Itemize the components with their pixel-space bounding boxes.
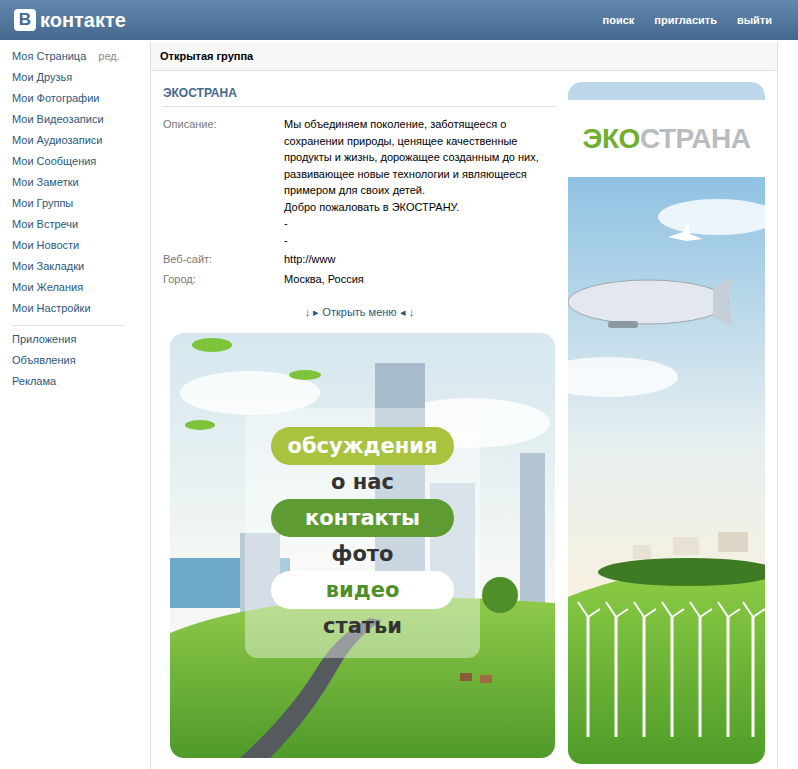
sidebar-item[interactable]: Мои Встречи (12, 214, 150, 235)
info-line: Добро пожаловать в ЭКОСТРАНУ. (284, 199, 554, 216)
logo-eco: ЭКО (583, 123, 640, 155)
sidebar: Моя Страницаред.Мои ДрузьяМои Фотографии… (0, 40, 150, 769)
avatar-logo: ЭКОСТРАНА (568, 100, 765, 177)
wiki-menu-button[interactable]: обсуждения (271, 427, 454, 465)
airship-landscape-icon (568, 177, 765, 764)
wiki-menu-item[interactable]: видео (271, 572, 454, 608)
sidebar-item[interactable]: Мои Закладки (12, 256, 150, 277)
info-label: Город: (163, 271, 284, 288)
info-table: Описание:Мы объединяем поколение, заботя… (162, 107, 557, 290)
wiki-menu-item[interactable]: статьи (271, 608, 454, 644)
content-row: Моя Страницаред.Мои ДрузьяМои Фотографии… (0, 40, 798, 769)
sidebar-item[interactable]: Моя Страницаред. (12, 46, 150, 67)
sidebar-item[interactable]: Мои Группы (12, 193, 150, 214)
logo-mark: В (14, 9, 36, 31)
info-line: Мы объединяем поколение, заботящееся о с… (284, 116, 554, 199)
info-row: Город:Москва, Россия (163, 271, 557, 291)
logo-text: контакте (40, 9, 126, 32)
wiki-menu-item[interactable]: о нас (271, 464, 454, 500)
sidebar-item[interactable]: Мои Заметки (12, 172, 150, 193)
group-info: ЭКОСТРАНА Описание:Мы объединяем поколени… (162, 81, 557, 764)
top-bar: Вконтакте поиск пригласить выйти (0, 0, 798, 40)
panel-header: Открытая группа (151, 42, 777, 71)
wiki-menu-button[interactable]: видео (271, 571, 454, 609)
nav-link[interactable]: выйти (737, 14, 772, 26)
sidebar-item[interactable]: Приложения (12, 329, 150, 350)
sidebar-item[interactable]: Мои Желания (12, 277, 150, 298)
info-line: Москва, Россия (284, 271, 554, 288)
menu-toggle[interactable]: ↓ ▸ Открыть меню ◂ ↓ (162, 290, 557, 333)
info-label: Веб-сайт: (163, 251, 284, 268)
wiki-menu-item[interactable]: фото (271, 536, 454, 572)
sidebar-item[interactable]: Мои Друзья (12, 67, 150, 88)
wiki-menu-item[interactable]: контакты (271, 500, 454, 536)
info-label: Описание: (163, 116, 284, 248)
sidebar-item[interactable]: Мои Настройки (12, 298, 150, 319)
group-body: ЭКОСТРАНАОписание:Мы объединяем поколени… (151, 71, 777, 764)
sidebar-item[interactable]: Мои Новости (12, 235, 150, 256)
page: Вконтакте поиск пригласить выйти Моя Страниц… (0, 0, 798, 769)
info-row: Описание:Мы объединяем поколение, заботя… (163, 116, 557, 251)
edit-link[interactable]: ред. (98, 46, 119, 67)
main-panel: Открытая группаЭКОСТРАНАОписание:Мы объе… (150, 42, 778, 769)
avatar-top-strip (568, 82, 765, 100)
nav-link[interactable]: пригласить (654, 14, 717, 26)
info-line: - (284, 232, 554, 249)
wiki-menu-item[interactable]: обсуждения (271, 428, 454, 464)
wiki-menu-button[interactable]: о нас (271, 463, 454, 501)
sidebar-separator (12, 325, 125, 326)
sidebar-item[interactable]: Мои Видеозаписи (12, 109, 150, 130)
sidebar-item[interactable]: Мои Аудиозаписи (12, 130, 150, 151)
group-avatar: ЭКОСТРАНА (568, 82, 765, 764)
sidebar-item[interactable]: Объявления (12, 350, 150, 371)
sidebar-item[interactable]: Мои Сообщения (12, 151, 150, 172)
sidebar-item[interactable]: Мои Фотографии (12, 88, 150, 109)
info-value: Мы объединяем поколение, заботящееся о с… (284, 116, 554, 248)
top-nav: поиск пригласить выйти (603, 14, 772, 26)
info-row: Веб-сайт:http://www (163, 251, 557, 271)
info-line: http://www (284, 251, 554, 268)
logo[interactable]: Вконтакте (14, 9, 126, 32)
info-line: - (284, 215, 554, 232)
group-title: ЭКОСТРАНА (162, 81, 557, 107)
menu-image: обсужденияо насконтактыфотовидеостатьи (170, 333, 555, 758)
info-value: http://www (284, 251, 554, 268)
wiki-menu: обсужденияо насконтактыфотовидеостатьи (245, 408, 480, 658)
logo-strana: СТРАНА (640, 123, 751, 155)
wiki-menu-button[interactable]: статьи (271, 607, 454, 645)
info-value: Москва, Россия (284, 271, 554, 288)
nav-link[interactable]: поиск (603, 14, 635, 26)
wiki-menu-button[interactable]: фото (271, 535, 454, 573)
wiki-menu-button[interactable]: контакты (271, 499, 454, 537)
sidebar-item[interactable]: Реклама (12, 371, 150, 392)
